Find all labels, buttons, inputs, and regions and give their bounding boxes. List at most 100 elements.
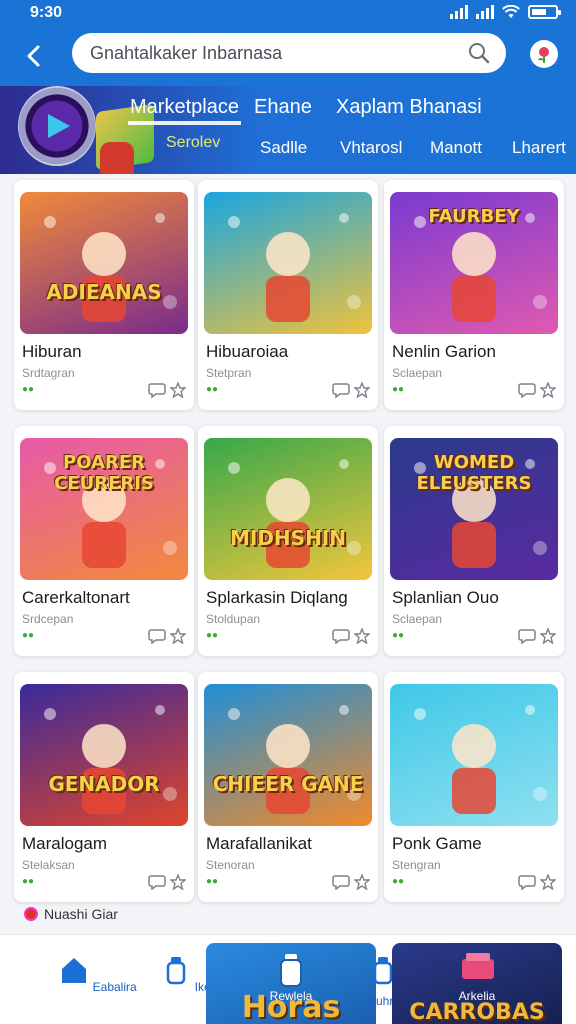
favorite-star-icon[interactable]: [169, 381, 187, 399]
chevron-back-icon: [27, 45, 40, 67]
profile-avatar[interactable]: [530, 40, 558, 68]
game-art-title: CHIEER GANE: [212, 772, 364, 796]
favorite-star-icon[interactable]: [539, 381, 557, 399]
game-art-title: ADIEANAS: [46, 280, 162, 304]
game-card[interactable]: CHIEER GANE Marafallanikat Stenoran ●●: [198, 672, 378, 902]
status-bar: 9:30: [0, 0, 576, 26]
subtab-sadlle[interactable]: Sadlle: [260, 138, 307, 158]
comment-icon[interactable]: [518, 874, 536, 891]
banner-block-image: [100, 142, 134, 174]
comment-icon[interactable]: [518, 382, 536, 399]
game-name: Nenlin Garion: [392, 342, 496, 361]
favorite-star-icon[interactable]: [353, 873, 371, 891]
game-grid: ADIEANAS Hiburan Srdtagran ●● Hibuaroiaa Stet…: [0, 180, 576, 930]
character-art: [228, 705, 361, 814]
game-card[interactable]: MIDHSHIN Splarkasin Diqlang Stoldupan ●●: [198, 426, 378, 656]
game-name: Splarkasin Diqlang: [206, 588, 348, 607]
game-card[interactable]: Ponk Game Stengran ●●: [384, 672, 564, 902]
comment-icon[interactable]: [332, 874, 350, 891]
subtab-vhtarosl[interactable]: Vhtarosl: [340, 138, 402, 158]
comment-icon[interactable]: [518, 628, 536, 645]
hint-row[interactable]: Nuashi Giar: [24, 906, 118, 922]
app-bar: [0, 26, 576, 86]
game-thumbnail: FAURBEY: [390, 192, 558, 334]
game-thumbnail: MIDHSHIN: [204, 438, 372, 580]
bottle-promo-icon: [280, 954, 302, 987]
online-dots-icon: ●●: [206, 876, 219, 887]
flower-avatar-icon: [538, 47, 549, 63]
online-dots-icon: ●●: [392, 876, 405, 887]
character-art: [44, 705, 177, 814]
favorite-star-icon[interactable]: [539, 627, 557, 645]
status-indicators: [450, 5, 561, 19]
game-card[interactable]: FAURBEY Nenlin Garion Sclaepan ●●: [384, 180, 564, 410]
search-icon[interactable]: [468, 42, 490, 64]
favorite-star-icon[interactable]: [353, 627, 371, 645]
game-card[interactable]: ADIEANAS Hiburan Srdtagran ●●: [14, 180, 194, 410]
nav-home-label: Eabalira: [92, 980, 137, 994]
favorite-star-icon[interactable]: [539, 873, 557, 891]
subtab-manott[interactable]: Manott: [430, 138, 482, 158]
battery-icon: [528, 5, 561, 19]
game-card[interactable]: Hibuaroiaa Stetpran ●●: [198, 180, 378, 410]
favorite-star-icon[interactable]: [169, 873, 187, 891]
comment-icon[interactable]: [148, 382, 166, 399]
search-input[interactable]: [90, 33, 460, 73]
game-subtitle: Stelaksan: [22, 858, 75, 872]
nav-home[interactable]: Eabalira: [58, 955, 138, 994]
game-card[interactable]: WOMED ELEUSTERS Splanlian Ouo Sclaepan ●●: [384, 426, 564, 656]
tab-ehane[interactable]: Ehane: [254, 96, 312, 119]
game-subtitle: Stetpran: [206, 366, 252, 380]
game-thumbnail: POARER CEURERIS: [20, 438, 188, 580]
game-name: Marafallanikat: [206, 834, 312, 853]
promo-card-horas[interactable]: Rewlela Horas: [206, 943, 376, 1024]
game-thumbnail: [390, 684, 558, 826]
favorite-star-icon[interactable]: [169, 627, 187, 645]
game-subtitle: Sclaepan: [392, 612, 443, 626]
game-subtitle: Sclaepan: [392, 366, 443, 380]
game-art-title: WOMED ELEUSTERS: [416, 452, 532, 494]
favorite-star-icon[interactable]: [353, 381, 371, 399]
comment-icon[interactable]: [332, 382, 350, 399]
category-banner: Marketplace Ehane Xaplam Bhanasi Serolev…: [0, 86, 576, 174]
status-time: 9:30: [30, 4, 63, 21]
online-dots-icon: ●●: [206, 384, 219, 395]
comment-icon[interactable]: [332, 628, 350, 645]
game-thumbnail: ADIEANAS: [20, 192, 188, 334]
game-thumbnail: GENADOR: [20, 684, 188, 826]
gift-box-icon: [462, 953, 494, 979]
back-button[interactable]: [16, 38, 54, 74]
home-icon: [62, 958, 87, 983]
game-card[interactable]: GENADOR Maralogam Stelaksan ●●: [14, 672, 194, 902]
search-box: [72, 33, 506, 73]
online-dots-icon: ●●: [206, 630, 219, 641]
online-dots-icon: ●●: [392, 384, 405, 395]
banner-disc-image: [18, 86, 96, 166]
online-dots-icon: ●●: [22, 630, 35, 641]
game-art-title: POARER CEURERIS: [54, 452, 154, 494]
online-dots-icon: ●●: [22, 384, 35, 395]
record-dot-icon: [24, 907, 38, 921]
subtab-lharert[interactable]: Lharert: [512, 138, 566, 158]
tab-xaplam-bhanasi[interactable]: Xaplam Bhanasi: [336, 96, 482, 119]
game-name: Maralogam: [22, 834, 108, 853]
comment-icon[interactable]: [148, 628, 166, 645]
game-card[interactable]: POARER CEURERIS Carerkaltonart Srdcepan ●●: [14, 426, 194, 656]
game-subtitle: Stengran: [392, 858, 441, 872]
character-art: [414, 705, 547, 814]
promo-card-carrobas[interactable]: Arkelia CARROBAS: [392, 943, 562, 1024]
game-thumbnail: CHIEER GANE: [204, 684, 372, 826]
online-dots-icon: ●●: [392, 630, 405, 641]
game-subtitle: Srdtagran: [22, 366, 75, 380]
bottle-icon: [167, 957, 186, 985]
game-subtitle: Stoldupan: [206, 612, 261, 626]
game-subtitle: Stenoran: [206, 858, 255, 872]
game-art-title: FAURBEY: [428, 206, 520, 227]
wifi-icon: [502, 5, 520, 18]
promo-title-2: CARROBAS: [409, 1000, 545, 1024]
game-name: Ponk Game: [392, 834, 482, 853]
comment-icon[interactable]: [148, 874, 166, 891]
character-art: [228, 459, 361, 568]
tab-marketplace[interactable]: Marketplace: [128, 96, 241, 125]
game-name: Hibuaroiaa: [206, 342, 289, 361]
